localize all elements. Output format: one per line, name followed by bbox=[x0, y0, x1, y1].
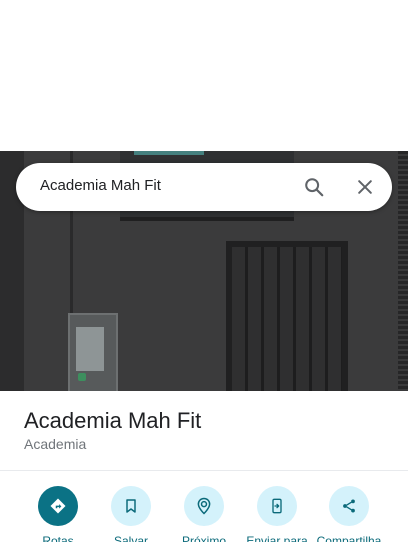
search-input[interactable]: Academia Mah Fit bbox=[40, 177, 161, 194]
save-label: Salvar bbox=[113, 534, 148, 542]
send-to-phone-icon bbox=[257, 486, 297, 526]
close-icon bbox=[358, 180, 372, 194]
nearby-label: Próximo bbox=[181, 534, 226, 542]
photo-shutter bbox=[398, 151, 408, 391]
share-icon bbox=[329, 486, 369, 526]
bookmark-icon bbox=[111, 486, 151, 526]
send-to-phone-button[interactable]: Enviar para bbox=[237, 486, 317, 542]
photo-wall-panel bbox=[68, 313, 118, 391]
place-category[interactable]: Academia bbox=[24, 436, 86, 452]
nearby-icon bbox=[184, 486, 224, 526]
search-icon bbox=[305, 178, 324, 197]
directions-label: Rotas bbox=[42, 534, 74, 542]
divider bbox=[0, 470, 408, 471]
save-button[interactable]: Salvar bbox=[91, 486, 171, 542]
nearby-button[interactable]: Próximo bbox=[164, 486, 244, 542]
place-title: Academia Mah Fit bbox=[24, 408, 202, 433]
photo-door bbox=[232, 247, 342, 391]
photo-panel-dot bbox=[78, 373, 86, 381]
search-bar[interactable]: Academia Mah Fit bbox=[16, 163, 392, 211]
directions-button[interactable]: Rotas bbox=[18, 486, 98, 542]
photo-sign-glow bbox=[134, 151, 204, 155]
share-button[interactable]: Compartilha bbox=[309, 486, 389, 542]
directions-icon bbox=[38, 486, 78, 526]
map-area-blank bbox=[0, 0, 408, 151]
search-button[interactable] bbox=[300, 173, 328, 201]
share-label: Compartilha bbox=[316, 534, 382, 542]
send-to-phone-label: Enviar para bbox=[246, 534, 308, 542]
close-button[interactable] bbox=[351, 173, 379, 201]
photo-panel-window bbox=[76, 327, 104, 371]
